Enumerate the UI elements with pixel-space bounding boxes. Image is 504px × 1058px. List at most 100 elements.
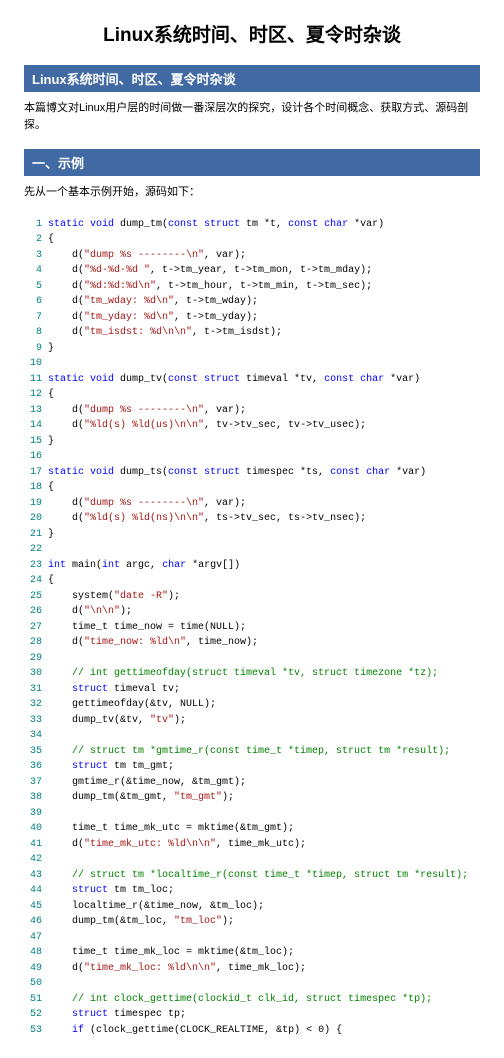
code-line: 26 d("\n\n");	[24, 604, 480, 620]
code-line: 1 static void dump_tm(const struct tm *t,…	[24, 217, 480, 233]
code-content: static void dump_tv(const struct timeval…	[48, 372, 420, 388]
line-number: 36	[24, 759, 42, 775]
code-content: }	[48, 527, 54, 543]
code-content: struct timeval tv;	[48, 682, 180, 698]
code-block: 1 static void dump_tm(const struct tm *t,…	[24, 217, 480, 1039]
line-number: 49	[24, 961, 42, 977]
code-content	[48, 806, 54, 822]
code-line: 43 // struct tm *localtime_r(const time_…	[24, 868, 480, 884]
code-line: 52 struct timespec tp;	[24, 1007, 480, 1023]
code-line: 16	[24, 449, 480, 465]
code-line: 12{	[24, 387, 480, 403]
code-content: time_t time_now = time(NULL);	[48, 620, 246, 636]
code-line: 3 d("dump %s --------\n", var);	[24, 248, 480, 264]
code-content: }	[48, 341, 54, 357]
code-content: d("\n\n");	[48, 604, 132, 620]
code-line: 14 d("%ld(s) %ld(us)\n\n", tv->tv_sec, t…	[24, 418, 480, 434]
code-line: 44 struct tm tm_loc;	[24, 883, 480, 899]
line-number: 15	[24, 434, 42, 450]
line-number: 10	[24, 356, 42, 372]
page-title: Linux系统时间、时区、夏令时杂谈	[24, 20, 480, 47]
code-content: static void dump_tm(const struct tm *t, …	[48, 217, 384, 233]
line-number: 32	[24, 697, 42, 713]
line-number: 35	[24, 744, 42, 760]
code-content: d("tm_isdst: %d\n\n", t->tm_isdst);	[48, 325, 282, 341]
line-number: 27	[24, 620, 42, 636]
line-number: 22	[24, 542, 42, 558]
code-content: int main(int argc, char *argv[])	[48, 558, 240, 574]
line-number: 8	[24, 325, 42, 341]
code-line: 33 dump_tv(&tv, "tv");	[24, 713, 480, 729]
code-content	[48, 728, 54, 744]
line-number: 48	[24, 945, 42, 961]
line-number: 47	[24, 930, 42, 946]
code-line: 23 int main(int argc, char *argv[])	[24, 558, 480, 574]
code-content	[48, 449, 54, 465]
line-number: 23	[24, 558, 42, 574]
code-line: 29	[24, 651, 480, 667]
code-line: 35 // struct tm *gmtime_r(const time_t *…	[24, 744, 480, 760]
code-content: time_t time_mk_utc = mktime(&tm_gmt);	[48, 821, 294, 837]
code-content: d("dump %s --------\n", var);	[48, 248, 246, 264]
line-number: 25	[24, 589, 42, 605]
code-line: 11static void dump_tv(const struct timev…	[24, 372, 480, 388]
code-content	[48, 930, 54, 946]
code-line: 27 time_t time_now = time(NULL);	[24, 620, 480, 636]
code-line: 45 localtime_r(&time_now, &tm_loc);	[24, 899, 480, 915]
line-number: 17	[24, 465, 42, 481]
code-content: d("time_mk_utc: %ld\n\n", time_mk_utc);	[48, 837, 306, 853]
code-content: {	[48, 480, 54, 496]
code-content	[48, 852, 54, 868]
code-content: if (clock_gettime(CLOCK_REALTIME, &tp) <…	[48, 1023, 342, 1039]
code-line: 48 time_t time_mk_loc = mktime(&tm_loc);	[24, 945, 480, 961]
line-number: 37	[24, 775, 42, 791]
code-content: {	[48, 387, 54, 403]
code-content: time_t time_mk_loc = mktime(&tm_loc);	[48, 945, 294, 961]
code-content: d("dump %s --------\n", var);	[48, 496, 246, 512]
line-number: 1	[24, 217, 42, 233]
code-line: 36 struct tm tm_gmt;	[24, 759, 480, 775]
code-line: 17static void dump_ts(const struct times…	[24, 465, 480, 481]
line-number: 24	[24, 573, 42, 589]
code-line: 9}	[24, 341, 480, 357]
code-content: d("%d:%d:%d\n", t->tm_hour, t->tm_min, t…	[48, 279, 372, 295]
code-content: d("%ld(s) %ld(us)\n\n", tv->tv_sec, tv->…	[48, 418, 366, 434]
code-content: d("time_now: %ld\n", time_now);	[48, 635, 258, 651]
line-number: 51	[24, 992, 42, 1008]
code-content: // struct tm *localtime_r(const time_t *…	[48, 868, 468, 884]
code-line: 15}	[24, 434, 480, 450]
code-content: // int gettimeofday(struct timeval *tv, …	[48, 666, 438, 682]
code-line: 7 d("tm_yday: %d\n", t->tm_yday);	[24, 310, 480, 326]
code-line: 5 d("%d:%d:%d\n", t->tm_hour, t->tm_min,…	[24, 279, 480, 295]
code-line: 19 d("dump %s --------\n", var);	[24, 496, 480, 512]
line-number: 39	[24, 806, 42, 822]
code-line: 8 d("tm_isdst: %d\n\n", t->tm_isdst);	[24, 325, 480, 341]
line-number: 40	[24, 821, 42, 837]
line-number: 43	[24, 868, 42, 884]
code-content: dump_tm(&tm_loc, "tm_loc");	[48, 914, 234, 930]
code-content: dump_tm(&tm_gmt, "tm_gmt");	[48, 790, 234, 806]
intro-text: 本篇博文对Linux用户层的时间做一番深层次的探究，设计各个时间概念、获取方式、…	[24, 100, 480, 133]
line-number: 9	[24, 341, 42, 357]
line-number: 7	[24, 310, 42, 326]
code-content: dump_tv(&tv, "tv");	[48, 713, 186, 729]
code-content	[48, 356, 54, 372]
code-line: 40 time_t time_mk_utc = mktime(&tm_gmt);	[24, 821, 480, 837]
code-content: struct tm tm_loc;	[48, 883, 174, 899]
line-number: 14	[24, 418, 42, 434]
code-line: 28 d("time_now: %ld\n", time_now);	[24, 635, 480, 651]
code-content: system("date -R");	[48, 589, 180, 605]
line-number: 19	[24, 496, 42, 512]
line-number: 29	[24, 651, 42, 667]
code-content: {	[48, 232, 54, 248]
section-header-main: Linux系统时间、时区、夏令时杂谈	[24, 65, 480, 92]
code-line: 24{	[24, 573, 480, 589]
code-line: 4 d("%d-%d-%d ", t->tm_year, t->tm_mon, …	[24, 263, 480, 279]
code-line: 20 d("%ld(s) %ld(ns)\n\n", ts->tv_sec, t…	[24, 511, 480, 527]
code-line: 25 system("date -R");	[24, 589, 480, 605]
code-line: 49 d("time_mk_loc: %ld\n\n", time_mk_loc…	[24, 961, 480, 977]
line-number: 13	[24, 403, 42, 419]
code-line: 32 gettimeofday(&tv, NULL);	[24, 697, 480, 713]
line-number: 38	[24, 790, 42, 806]
code-content: d("dump %s --------\n", var);	[48, 403, 246, 419]
